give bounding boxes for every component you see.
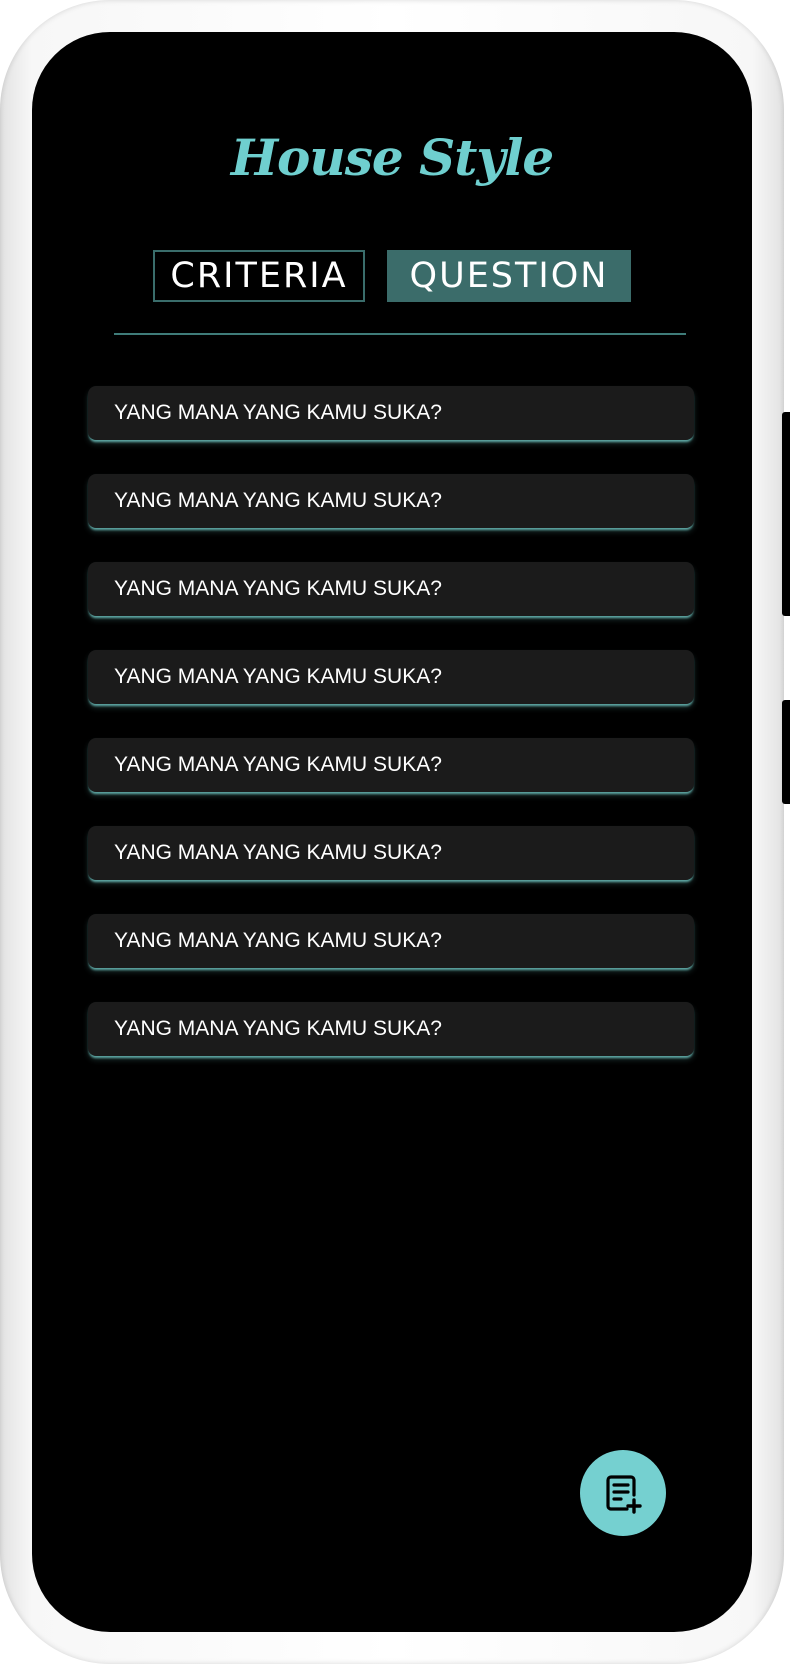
question-label: YANG MANA YANG KAMU SUKA?	[114, 401, 442, 424]
question-label: YANG MANA YANG KAMU SUKA?	[114, 1017, 442, 1040]
add-question-button[interactable]	[580, 1450, 666, 1536]
question-label: YANG MANA YANG KAMU SUKA?	[114, 665, 442, 688]
volume-button	[782, 412, 790, 616]
question-list: YANG MANA YANG KAMU SUKA? YANG MANA YANG…	[88, 386, 694, 1090]
question-item[interactable]: YANG MANA YANG KAMU SUKA?	[88, 914, 694, 968]
question-item[interactable]: YANG MANA YANG KAMU SUKA?	[88, 738, 694, 792]
power-button	[782, 700, 790, 804]
question-label: YANG MANA YANG KAMU SUKA?	[114, 489, 442, 512]
tab-bar: CRITERIA QUESTION	[32, 250, 752, 302]
question-label: YANG MANA YANG KAMU SUKA?	[114, 929, 442, 952]
question-label: YANG MANA YANG KAMU SUKA?	[114, 841, 442, 864]
question-item[interactable]: YANG MANA YANG KAMU SUKA?	[88, 386, 694, 440]
question-item[interactable]: YANG MANA YANG KAMU SUKA?	[88, 826, 694, 880]
question-label: YANG MANA YANG KAMU SUKA?	[114, 753, 442, 776]
question-item[interactable]: YANG MANA YANG KAMU SUKA?	[88, 650, 694, 704]
app-screen: House Style CRITERIA QUESTION YANG MANA …	[32, 32, 752, 1632]
question-item[interactable]: YANG MANA YANG KAMU SUKA?	[88, 474, 694, 528]
tab-criteria[interactable]: CRITERIA	[153, 250, 365, 302]
tab-question[interactable]: QUESTION	[387, 250, 631, 302]
question-item[interactable]: YANG MANA YANG KAMU SUKA?	[88, 562, 694, 616]
note-add-icon	[601, 1471, 645, 1515]
question-item[interactable]: YANG MANA YANG KAMU SUKA?	[88, 1002, 694, 1056]
tab-divider	[114, 333, 686, 335]
app-title: House Style	[230, 128, 554, 187]
question-label: YANG MANA YANG KAMU SUKA?	[114, 577, 442, 600]
